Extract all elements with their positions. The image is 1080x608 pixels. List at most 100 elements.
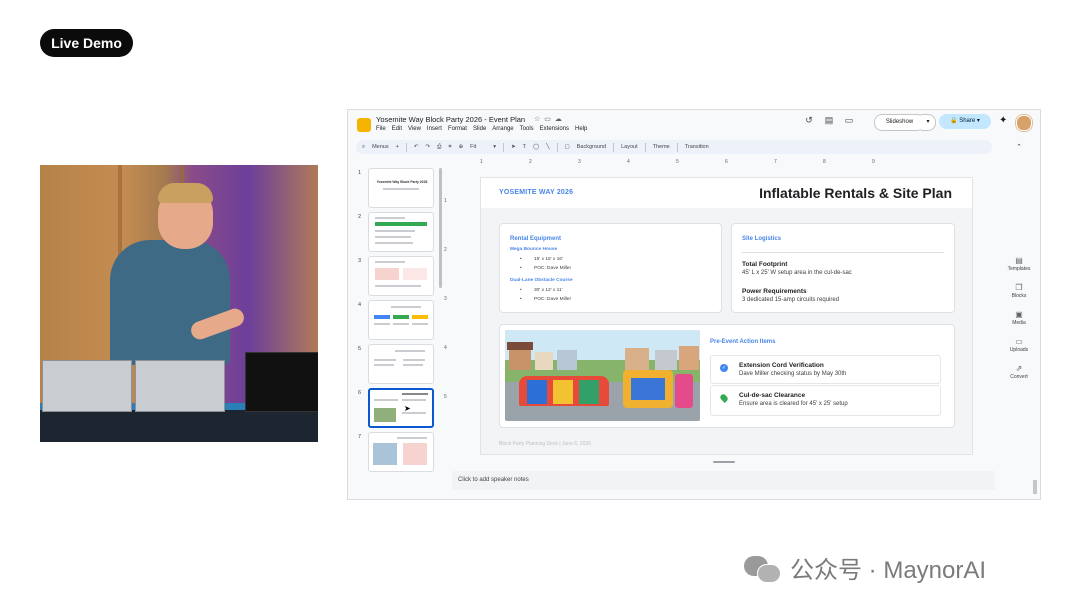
slide-footer[interactable]: Block Party Planning Deck | June 6, 2026	[499, 441, 591, 447]
collapse-toolbar-icon[interactable]: ⌃	[1016, 143, 1022, 151]
folder-icon[interactable]: ▭	[544, 116, 555, 123]
title-actions: ☆▭☁	[534, 115, 566, 123]
menu-tools[interactable]: Tools	[520, 126, 534, 132]
menu-view[interactable]: View	[408, 126, 421, 132]
slide-brand[interactable]: YOSEMITE WAY 2026	[499, 189, 573, 196]
watermark-text: 公众号 · MaynorAI	[790, 557, 987, 584]
action-title: Extension Cord Verification	[739, 362, 824, 369]
rental-item-detail: POC: Dave Miller	[534, 297, 572, 302]
shape-icon[interactable]: ◯	[533, 144, 539, 150]
action-item[interactable]: ✓ Extension Cord Verification Dave Mille…	[710, 355, 941, 384]
presenter-figure	[110, 240, 230, 365]
share-button[interactable]: 🔒 Share ▾	[939, 114, 991, 129]
zoom-dropdown-icon[interactable]: ▾	[493, 144, 496, 150]
blocks-icon: ❐	[1015, 283, 1023, 292]
theme-button[interactable]: Theme	[653, 144, 670, 150]
slides-window: Yosemite Way Block Party 2026 - Event Pl…	[347, 109, 1041, 500]
speaker-notes[interactable]: Click to add speaker notes	[452, 471, 995, 490]
zoom-select[interactable]: Fit	[470, 144, 476, 150]
uploads-button[interactable]: ▭ Uploads	[1004, 337, 1034, 353]
action-item[interactable]: Cul-de-sac Clearance Ensure area is clea…	[710, 385, 941, 416]
right-scrollbar[interactable]	[1033, 480, 1037, 494]
menu-help[interactable]: Help	[575, 126, 587, 132]
media-button[interactable]: ▣ Media	[1004, 310, 1034, 326]
notes-resize-handle[interactable]	[713, 461, 735, 463]
rental-item-detail: 15' x 15' x 16'	[534, 257, 563, 262]
wechat-watermark: 公众号 · MaynorAI	[744, 550, 986, 585]
menu-edit[interactable]: Edit	[392, 126, 402, 132]
select-icon[interactable]: ➤	[511, 144, 516, 150]
action-text: Ensure area is cleared for 45' x 25' set…	[739, 401, 848, 407]
undo-icon[interactable]: ↶	[414, 144, 419, 150]
slideshow-button[interactable]: Slideshow	[874, 114, 925, 131]
filmstrip-scrollbar[interactable]	[439, 168, 442, 288]
menu-format[interactable]: Format	[448, 126, 467, 132]
laptop	[42, 360, 132, 412]
slide-header: YOSEMITE WAY 2026 Inflatable Rentals & S…	[481, 178, 972, 208]
media-icon: ▣	[1015, 310, 1023, 319]
comment-add-icon[interactable]: ▢	[565, 144, 570, 150]
location-pin-icon	[719, 393, 729, 403]
paint-format-icon[interactable]: ⌗	[448, 144, 451, 151]
power-title: Power Requirements	[742, 288, 807, 295]
inflatables-illustration	[505, 330, 700, 421]
blocks-button[interactable]: ❐ Blocks	[1004, 283, 1034, 299]
rental-equipment-card[interactable]: Rental Equipment Mega Bounce House • 15'…	[499, 223, 722, 313]
convert-button[interactable]: ⇗ Convert	[1004, 364, 1034, 380]
vertical-ruler: 1 2 3 4 5	[444, 198, 447, 400]
actions-heading: Pre-Event Action Items	[710, 339, 776, 345]
presenter-video	[40, 165, 318, 442]
star-icon[interactable]: ☆	[534, 116, 544, 123]
document-title[interactable]: Yosemite Way Block Party 2026 - Event Pl…	[376, 115, 525, 124]
menu-insert[interactable]: Insert	[427, 126, 442, 132]
header-actions: ↺ ▤ ▭	[802, 115, 856, 126]
cloud-icon[interactable]: ☁	[555, 116, 566, 123]
site-logistics-card[interactable]: Site Logistics Total Footprint 45' L x 2…	[731, 223, 955, 313]
laptop	[135, 360, 225, 412]
bullet: •	[520, 266, 522, 271]
convert-icon: ⇗	[1015, 364, 1023, 373]
toolbar: ⌕ Menus + ↶ ↷ ⎙ ⌗ ⊕ Fit ▾ ➤ T ◯ ╲ ▢ Back…	[356, 140, 1022, 154]
uploads-icon: ▭	[1015, 337, 1023, 346]
background-button[interactable]: Background	[577, 144, 606, 150]
text-box-icon[interactable]: T	[523, 144, 526, 150]
slideshow-dropdown-icon[interactable]: ▾	[921, 114, 936, 131]
menus-button[interactable]: Menus	[372, 144, 389, 150]
templates-button[interactable]: ▤ Templates	[1004, 256, 1034, 272]
search-icon[interactable]: ⌕	[362, 144, 365, 151]
power-text: 3 dedicated 15-amp circuits required	[742, 297, 840, 303]
comment-icon[interactable]: ▤	[822, 115, 836, 126]
transition-button[interactable]: Transition	[685, 144, 709, 150]
zoom-icon[interactable]: ⊕	[459, 144, 464, 150]
title-bar: Yosemite Way Block Party 2026 - Event Pl…	[348, 110, 1040, 138]
menu-file[interactable]: File	[376, 126, 386, 132]
bullet: •	[520, 297, 522, 302]
action-title: Cul-de-sac Clearance	[739, 392, 806, 399]
slides-app-icon[interactable]	[357, 118, 371, 132]
menu-extensions[interactable]: Extensions	[540, 126, 569, 132]
slide-title[interactable]: Inflatable Rentals & Site Plan	[759, 185, 952, 201]
redo-icon[interactable]: ↷	[425, 144, 430, 150]
horizontal-ruler: 1 2 3 4 5 6 7 8 9	[480, 159, 875, 165]
history-icon[interactable]: ↺	[802, 115, 816, 126]
video-call-icon[interactable]: ▭	[842, 115, 856, 126]
layout-button[interactable]: Layout	[621, 144, 638, 150]
thumb-title: Yosemite Way Block Party 2026	[376, 180, 428, 184]
avatar[interactable]	[1016, 115, 1032, 131]
action-items-card[interactable]: Pre-Event Action Items ✓ Extension Cord …	[499, 324, 955, 428]
bullet: •	[520, 257, 522, 262]
wechat-logo-icon	[744, 554, 782, 583]
menu-slide[interactable]: Slide	[473, 126, 486, 132]
rental-item-detail: 30' x 12' x 11'	[534, 288, 563, 293]
mouse-cursor-icon: ➤	[404, 404, 411, 413]
print-icon[interactable]: ⎙	[437, 144, 441, 151]
laptop	[245, 352, 318, 412]
templates-icon: ▤	[1015, 256, 1023, 265]
slide-canvas[interactable]: YOSEMITE WAY 2026 Inflatable Rentals & S…	[480, 177, 973, 455]
gemini-sparkle-icon[interactable]: ✦	[999, 115, 1007, 126]
menu-bar: File Edit View Insert Format Slide Arran…	[376, 126, 587, 132]
line-icon[interactable]: ╲	[546, 144, 549, 150]
menu-arrange[interactable]: Arrange	[492, 126, 513, 132]
rental-heading: Rental Equipment	[510, 236, 562, 242]
new-slide-icon[interactable]: +	[396, 144, 399, 150]
